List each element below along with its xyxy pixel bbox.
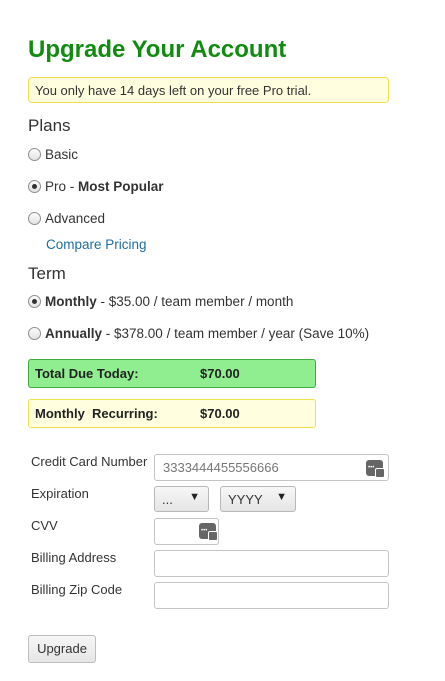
billing-address-input[interactable] [154, 550, 389, 577]
plan-advanced-radio[interactable] [28, 211, 41, 225]
chevron-down-icon: ▼ [189, 491, 200, 503]
billing-address-label: Billing Address [31, 550, 117, 565]
term-option-monthly[interactable]: Monthly - $35.00 / team member / month [28, 291, 293, 311]
plan-basic-radio[interactable] [28, 147, 41, 161]
trial-notice: You only have 14 days left on your free … [28, 77, 389, 103]
recurring-box: Monthly Recurring: $70.00 [28, 399, 316, 428]
term-monthly-radio[interactable] [28, 294, 41, 308]
term-annually-radio[interactable] [28, 326, 41, 340]
compare-pricing-link[interactable]: Compare Pricing [46, 237, 147, 252]
card-number-label: Credit Card Number [31, 454, 148, 469]
cvv-label: CVV [31, 518, 58, 533]
card-number-input[interactable]: 3333444455556666 ••• [154, 454, 389, 481]
plan-option-pro[interactable]: Pro - Most Popular [28, 176, 164, 196]
term-monthly-label: - $35.00 / team member / month [96, 293, 294, 309]
total-due-value: $70.00 [200, 366, 240, 381]
card-number-value: 3333444455556666 [163, 460, 279, 475]
plans-heading: Plans [28, 116, 71, 135]
total-due-label: Total Due Today: [35, 366, 139, 381]
plan-pro-label: Pro - [45, 178, 79, 194]
billing-zip-input[interactable] [154, 582, 389, 609]
card-autofill-icon[interactable]: ••• [199, 523, 218, 541]
upgrade-button[interactable]: Upgrade [28, 635, 96, 663]
term-heading: Term [28, 264, 66, 283]
term-option-annually[interactable]: Annually - $378.00 / team member / year … [28, 323, 369, 343]
plan-pro-radio[interactable] [28, 179, 41, 193]
expiration-month-value: ... [162, 492, 173, 507]
expiration-year-select[interactable]: YYYY ▼ [220, 486, 296, 512]
plan-pro-popular-tag: Most Popular [78, 178, 164, 194]
chevron-down-icon: ▼ [276, 491, 287, 503]
page-title: Upgrade Your Account [28, 36, 287, 63]
cvv-input[interactable]: ••• [154, 518, 219, 545]
term-monthly-name: Monthly [45, 293, 97, 309]
plan-option-basic[interactable]: Basic [28, 144, 78, 164]
plan-option-advanced[interactable]: Advanced [28, 208, 105, 228]
term-annually-label: - $378.00 / team member / year (Save 10%… [102, 325, 370, 341]
billing-zip-label: Billing Zip Code [31, 582, 123, 597]
card-autofill-icon[interactable]: ••• [366, 460, 385, 478]
term-annually-name: Annually [45, 325, 103, 341]
expiration-month-select[interactable]: ... ▼ [154, 486, 209, 512]
plan-basic-label: Basic [45, 146, 79, 162]
total-due-box: Total Due Today: $70.00 [28, 359, 316, 388]
plan-advanced-label: Advanced [45, 210, 106, 226]
expiration-label: Expiration [31, 486, 89, 501]
recurring-value: $70.00 [200, 406, 240, 421]
recurring-label: Monthly Recurring: [35, 406, 158, 421]
expiration-year-value: YYYY [228, 492, 263, 507]
